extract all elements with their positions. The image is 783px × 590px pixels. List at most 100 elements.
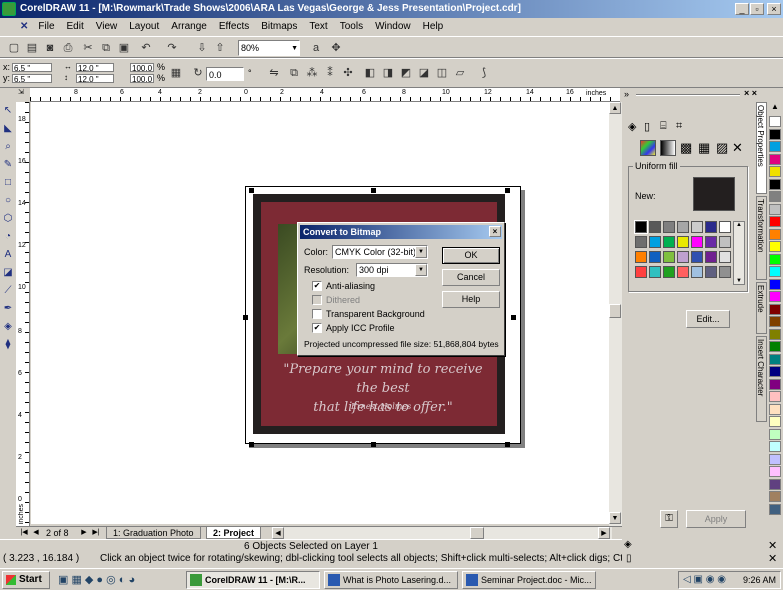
scroll-left-icon[interactable]: ◀ [272, 527, 284, 539]
shape-tool-icon[interactable]: ◣ [1, 122, 15, 136]
palette-swatches[interactable] [769, 116, 781, 526]
interactive-fill-tool-icon[interactable]: ◪ [1, 266, 15, 280]
minimize-button[interactable]: _ [735, 3, 749, 15]
convert-to-curves-icon[interactable]: ⟆ [476, 65, 492, 81]
task-coreldraw[interactable]: CorelDRAW 11 - [M:\R... [186, 571, 320, 589]
color-swatch[interactable] [677, 251, 689, 263]
menu-arrange[interactable]: Arrange [165, 18, 213, 36]
lock-icon[interactable]: ⚿ [660, 510, 678, 528]
weld-icon[interactable]: ◧ [362, 65, 378, 81]
palette-swatch[interactable] [769, 153, 781, 165]
selection-handle[interactable] [243, 315, 248, 320]
vertical-ruler[interactable]: 18 16 14 12 10 8 6 4 2 0 [16, 102, 30, 526]
trim-icon[interactable]: ◨ [380, 65, 396, 81]
scroll-right-icon[interactable]: ▶ [598, 527, 610, 539]
palette-swatch[interactable] [769, 291, 781, 302]
fountain-fill-icon[interactable] [660, 140, 676, 156]
menu-edit[interactable]: Edit [61, 18, 90, 36]
palette-swatch[interactable] [769, 191, 781, 202]
rotation-angle-field[interactable]: 0.0 [206, 67, 244, 81]
freehand-tool-icon[interactable]: ✎ [1, 158, 15, 172]
apply-icc-profile-checkbox[interactable]: ✔ [312, 323, 322, 333]
tab-extrude[interactable]: Extrude [756, 282, 767, 334]
palette-swatch[interactable] [769, 491, 781, 502]
horizontal-ruler[interactable]: 8 6 4 2 0 2 4 6 8 10 12 14 16 inches [30, 88, 620, 102]
text-tool-icon[interactable]: A [1, 248, 15, 262]
height-field[interactable]: 12.0 " [76, 74, 114, 83]
color-swatch[interactable] [677, 266, 689, 278]
tab-graduation-photo[interactable]: 1: Graduation Photo [106, 527, 201, 539]
color-swatch[interactable] [663, 221, 675, 233]
dialog-title-bar[interactable]: Convert to Bitmap × [300, 225, 502, 239]
scroll-down-icon[interactable]: ▼ [609, 512, 621, 524]
color-palette[interactable]: ▲ [768, 102, 783, 539]
export-icon[interactable]: ⇧ [212, 40, 228, 56]
horizontal-scroll-thumb[interactable] [470, 527, 484, 539]
menu-tools[interactable]: Tools [334, 18, 369, 36]
pick-tool-icon[interactable]: ↖ [1, 104, 15, 118]
palette-swatch[interactable] [769, 441, 781, 452]
vertical-scrollbar[interactable]: ▲ ▼ [609, 102, 622, 526]
tab-project[interactable]: 2: Project [206, 527, 262, 539]
dialog-close-button[interactable]: × [489, 226, 501, 237]
color-swatch[interactable] [691, 221, 703, 233]
palette-swatch[interactable] [769, 341, 781, 352]
task-photo-lasering[interactable]: What is Photo Lasering.d... [324, 571, 458, 589]
help-button[interactable]: Help [442, 291, 500, 308]
palette-swatch[interactable] [769, 178, 781, 190]
color-swatch[interactable] [705, 236, 717, 248]
document-icon[interactable]: ✕ [0, 18, 32, 36]
internet-icon[interactable]: ⌗ [676, 120, 682, 133]
edit-button[interactable]: Edit... [686, 310, 730, 328]
palette-swatch[interactable] [769, 228, 781, 240]
color-grid-scrollbar[interactable]: ▲ ▼ [733, 221, 745, 285]
fill-tool-icon[interactable]: ◈ [1, 320, 15, 334]
palette-swatch[interactable] [769, 141, 781, 152]
color-swatch[interactable] [719, 236, 731, 248]
open-icon[interactable]: ▤ [24, 40, 40, 56]
snap-to-icon[interactable]: a [308, 40, 324, 56]
y-position-field[interactable]: 6.5 " [12, 74, 52, 83]
palette-swatch[interactable] [769, 316, 781, 327]
color-swatch[interactable] [663, 266, 675, 278]
start-button[interactable]: Start [2, 571, 50, 589]
palette-swatch[interactable] [769, 253, 781, 265]
color-swatch[interactable] [691, 266, 703, 278]
palette-scroll-up-icon[interactable]: ▲ [769, 102, 781, 114]
ellipse-tool-icon[interactable]: ○ [1, 194, 15, 208]
palette-swatch[interactable] [769, 266, 781, 277]
next-page-icon[interactable]: ▶ [78, 527, 90, 539]
outline-tool-icon[interactable]: ✒ [1, 302, 15, 316]
color-swatch[interactable] [691, 251, 703, 263]
task-seminar-project[interactable]: Seminar Project.doc - Mic... [462, 571, 596, 589]
tab-insert-character[interactable]: Insert Character [756, 336, 767, 422]
new-document-icon[interactable]: ▢ [6, 40, 22, 56]
x-position-field[interactable]: 6.5 " [12, 63, 52, 72]
eyedropper-tool-icon[interactable]: ⟋ [1, 284, 15, 298]
undo-icon[interactable]: ↶ [138, 40, 154, 56]
horizontal-scrollbar[interactable]: ◀ ▶ [272, 527, 612, 539]
palette-swatch[interactable] [769, 241, 781, 252]
group-icon[interactable]: ⧉ [286, 65, 302, 81]
coreldraw-app-icon[interactable] [2, 2, 16, 16]
color-swatch[interactable] [649, 266, 661, 278]
no-fill-icon[interactable]: ✕ [732, 140, 743, 156]
palette-swatch[interactable] [769, 303, 781, 315]
width-field[interactable]: 12.0 " [76, 63, 114, 72]
color-mode-select[interactable]: CMYK Color (32-bit) ▼ [332, 245, 428, 259]
tray-icons[interactable]: ◁ ▣ ◉ ◉ [683, 572, 726, 588]
pattern-fill-icon[interactable]: ▩ [680, 140, 692, 156]
palette-swatch[interactable] [769, 428, 781, 440]
selection-handle[interactable] [505, 442, 510, 447]
selection-handle[interactable] [249, 442, 254, 447]
ruler-origin-icon[interactable]: ⇲ [18, 88, 24, 96]
color-swatch[interactable] [719, 221, 731, 233]
selection-handle[interactable] [249, 188, 254, 193]
menu-window[interactable]: Window [369, 18, 417, 36]
palette-swatch[interactable] [769, 366, 781, 377]
color-swatch[interactable] [649, 221, 661, 233]
menu-effects[interactable]: Effects [213, 18, 255, 36]
scale-y-field[interactable]: 100.0 [130, 74, 154, 83]
color-swatch[interactable] [705, 266, 717, 278]
selection-handle[interactable] [371, 188, 376, 193]
